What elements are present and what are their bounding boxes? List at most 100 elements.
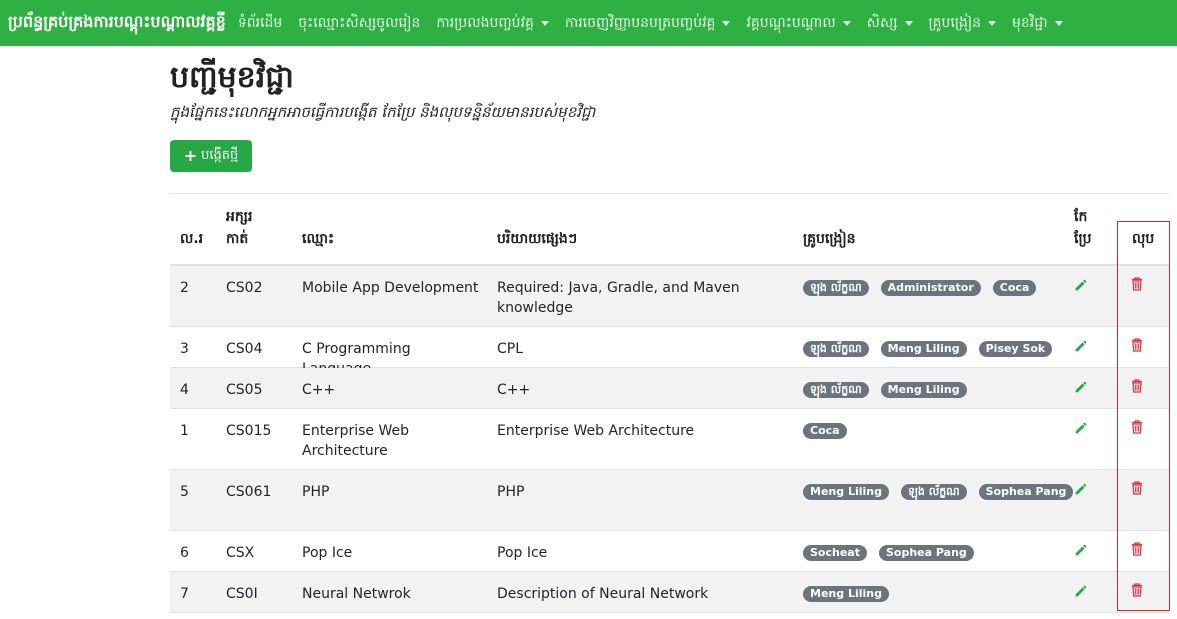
subject-code: CS0I	[226, 586, 258, 602]
row-number: 1	[180, 423, 189, 439]
header-name: ឈ្មោះ	[302, 231, 335, 247]
nav-item-teachers[interactable]: គ្រូបង្រៀន	[928, 13, 996, 34]
teacher-badge: Sophea Pang	[878, 545, 974, 561]
nav-item-enroll[interactable]: ចុះឈ្មោះសិស្សចូលរៀន	[298, 13, 420, 34]
teacher-badge: ឡុង ល័ក្ខណ	[900, 484, 967, 500]
chevron-down-icon	[988, 20, 996, 26]
row-number: 5	[180, 484, 189, 500]
edit-button[interactable]	[1074, 339, 1087, 359]
row-number: 6	[180, 545, 189, 561]
teacher-badge: ឡុង ល័ក្ខណ	[803, 382, 869, 398]
nav-item-certificates[interactable]: ការចេញវិញ្ញាបនបត្របញ្ចប់វគ្គ	[565, 13, 731, 34]
chevron-down-icon	[1054, 20, 1063, 26]
teacher-badges: Socheat Sophea Pang	[803, 545, 974, 561]
chevron-down-icon	[904, 20, 913, 26]
header-edit-line1: កែ	[1074, 209, 1088, 225]
nav-item-home[interactable]: ទំព័រដើម	[238, 13, 282, 34]
teacher-badges: Coca	[803, 423, 847, 439]
teacher-badges: Meng Liling ឡុង ល័ក្ខណ Sophea Pang	[803, 484, 1074, 500]
header-edit-line2: ប្រែ	[1074, 231, 1092, 247]
subject-code: CS02	[226, 280, 263, 296]
edit-button[interactable]	[1074, 584, 1087, 604]
create-button-label: បង្កើតថ្មី	[201, 147, 239, 163]
nav-item-label: ចុះឈ្មោះសិស្សចូលរៀន	[298, 14, 421, 31]
teacher-badges: ឡុង ល័ក្ខណ Meng Liling	[803, 382, 967, 398]
header-description: បរិយាយផ្សេងៗ	[497, 231, 578, 247]
edit-button[interactable]	[1074, 482, 1087, 502]
teacher-badge: Meng Liling	[880, 341, 967, 357]
subject-code: CS04	[226, 341, 263, 357]
nav-item-label: គ្រូបង្រៀន	[928, 14, 982, 31]
teacher-badges: ឡុង ល័ក្ខណ Meng Liling Pisey Sok	[803, 341, 1053, 357]
subject-name: PHP	[302, 484, 330, 500]
nav-item-students[interactable]: សិស្ស	[867, 13, 913, 34]
nav-item-label: វគ្គបណ្តុះបណ្តាល	[746, 14, 836, 31]
subject-name: Neural Netwrok	[302, 586, 411, 602]
table-body: 2 CS02 Mobile App Development Required: Jav…	[170, 266, 1169, 613]
subject-description: Pop Ice	[497, 545, 548, 561]
navbar-brand[interactable]: ប្រព័ន្ធគ្រប់គ្រងការបណ្តុះបណ្តាលវគ្គខ្លី	[8, 11, 226, 35]
pencil-icon	[1075, 585, 1087, 597]
header-code-line2: កាត់	[226, 231, 249, 247]
teacher-badges: Meng Liling	[803, 586, 889, 602]
create-subject-button[interactable]: + បង្កើតថ្មី	[170, 140, 252, 172]
nav-item-label: មុខវិជ្ជា	[1012, 14, 1048, 31]
nav-item-subjects[interactable]: មុខវិជ្ជា	[1012, 13, 1063, 34]
chevron-down-icon	[722, 20, 731, 26]
subjects-table: ល.រ អក្សរ កាត់ ឈ្មោះ បរិយាយផ្សេងៗ គ្រូបង…	[170, 194, 1169, 613]
nav-item-label: ការប្រលងបញ្ចប់វគ្គ	[436, 14, 534, 31]
subject-description: C++	[497, 382, 531, 398]
teacher-badges: ឡុង ល័ក្ខណ Administrator Coca	[803, 280, 1037, 296]
subject-name: Mobile App Development	[302, 280, 479, 296]
edit-button[interactable]	[1074, 380, 1087, 400]
nav-item-label: ទំព័រដើម	[237, 14, 283, 31]
table-row: 6 CSX Pop Ice Pop Ice Socheat Sophea Pang	[170, 531, 1169, 572]
table-row: 5 CS061 PHP PHP Meng Liling ឡុង ល័ក្ខណ Sophea …	[170, 470, 1169, 531]
pencil-icon	[1075, 381, 1087, 393]
teacher-badge: Coca	[992, 280, 1037, 296]
plus-icon: +	[183, 146, 198, 165]
teacher-badge: ឡុង ល័ក្ខណ	[803, 341, 869, 357]
pencil-icon	[1075, 483, 1087, 495]
subject-code: CS061	[226, 484, 272, 500]
pencil-icon	[1075, 422, 1087, 434]
table-row: 2 CS02 Mobile App Development Required: Jav…	[170, 266, 1169, 327]
nav-item-label: ការចេញវិញ្ញាបនបត្របញ្ចប់វគ្គ	[564, 14, 716, 31]
header-edit: កែ ប្រែ	[1074, 206, 1092, 250]
teacher-badge: ឡុង ល័ក្ខណ	[803, 280, 869, 296]
nav-item-courses[interactable]: វគ្គបណ្តុះបណ្តាល	[746, 13, 851, 34]
edit-button[interactable]	[1074, 421, 1087, 441]
teacher-badge: Pisey Sok	[978, 341, 1053, 357]
edit-button[interactable]	[1074, 278, 1087, 298]
teacher-badge: Meng Liling	[803, 586, 889, 602]
page-subtitle: ក្នុងផ្នែកនេះលោកអ្នកអាចធ្វើការបង្កើត កែប…	[170, 103, 596, 121]
row-number: 7	[180, 586, 189, 602]
subject-description: Enterprise Web Architecture	[497, 423, 695, 439]
teacher-badge: Socheat	[803, 545, 867, 561]
header-teachers: គ្រូបង្រៀន	[803, 231, 856, 247]
chevron-down-icon	[842, 20, 851, 26]
subject-name: Pop Ice	[302, 545, 353, 561]
table-row: 1 CS015 Enterprise Web Architecture Enterpr…	[170, 409, 1169, 470]
subject-code: CSX	[226, 545, 255, 561]
subject-description: CPL	[497, 341, 524, 357]
table-header: ល.រ អក្សរ កាត់ ឈ្មោះ បរិយាយផ្សេងៗ គ្រូបង…	[170, 194, 1169, 266]
subject-code: CS015	[226, 423, 272, 439]
header-code: អក្សរ កាត់	[226, 206, 252, 250]
header-code-line1: អក្សរ	[226, 209, 253, 225]
row-number: 3	[180, 341, 189, 357]
teacher-badge: Meng Liling	[880, 382, 967, 398]
top-navbar: ប្រព័ន្ធគ្រប់គ្រងការបណ្តុះបណ្តាលវគ្គខ្លី…	[0, 0, 1177, 46]
table-row: 4 CS05 C++ C++ ឡុង ល័ក្ខណ Meng Liling	[170, 368, 1169, 409]
subject-name: C++	[302, 382, 336, 398]
teacher-badge: Sophea Pang	[978, 484, 1074, 500]
teacher-badge: Meng Liling	[803, 484, 889, 500]
subject-description: Required: Java, Gradle, and Maven knowle…	[497, 280, 740, 316]
chevron-down-icon	[540, 20, 549, 26]
header-no: ល.រ	[180, 231, 204, 247]
table-row: 3CS04C Programming LanguageCPLឡុង ល័ក្ខណ…	[170, 327, 1169, 377]
nav-item-exams[interactable]: ការប្រលងបញ្ចប់វគ្គ	[436, 13, 549, 34]
delete-column-highlight	[1117, 221, 1170, 611]
pencil-icon	[1075, 544, 1087, 556]
edit-button[interactable]	[1074, 543, 1087, 563]
